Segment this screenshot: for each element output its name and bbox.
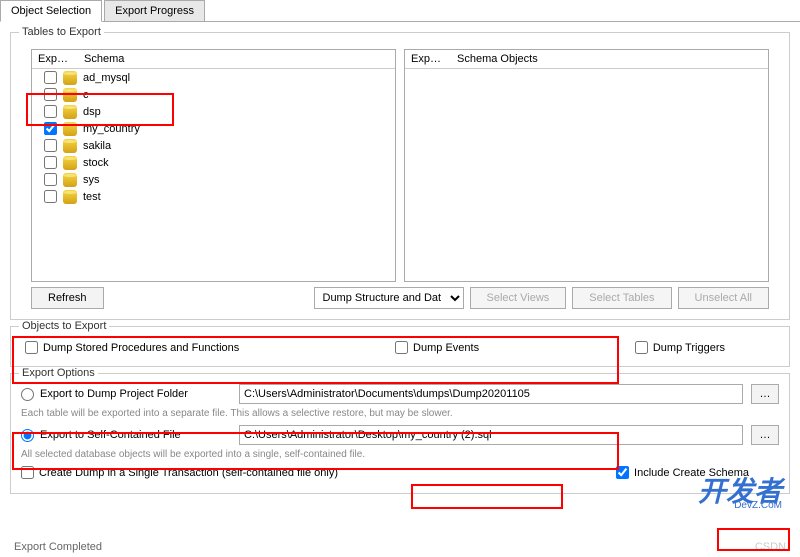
dump-folder-help: Each table will be exported into a separ…: [19, 408, 781, 421]
select-tables-button[interactable]: Select Tables: [572, 287, 671, 309]
browse-self-contained-button[interactable]: …: [751, 425, 779, 445]
schema-checkbox[interactable]: [44, 71, 57, 84]
include-create-schema-checkbox[interactable]: Include Create Schema: [616, 466, 749, 479]
schema-checkbox[interactable]: [44, 173, 57, 186]
schema-row-test[interactable]: test: [32, 188, 395, 205]
dump-procedures-checkbox[interactable]: Dump Stored Procedures and Functions: [25, 341, 239, 354]
export-options-group: Export Options Export to Dump Project Fo…: [10, 373, 790, 494]
database-icon: [63, 173, 77, 187]
schema-row-sakila[interactable]: sakila: [32, 137, 395, 154]
export-dump-folder-label: Export to Dump Project Folder: [40, 388, 188, 400]
export-self-contained-radio[interactable]: [21, 429, 34, 442]
schema-name: test: [83, 191, 101, 203]
select-views-button[interactable]: Select Views: [470, 287, 567, 309]
database-icon: [63, 71, 77, 85]
tab-bar: Object Selection Export Progress: [0, 0, 800, 22]
col-header-exp[interactable]: Exp…: [38, 53, 78, 65]
schema-objects-pane: Exp… Schema Objects: [404, 49, 769, 282]
col-header-exp-right[interactable]: Exp…: [411, 53, 451, 65]
database-icon: [63, 156, 77, 170]
schema-checkbox[interactable]: [44, 105, 57, 118]
dump-events-checkbox[interactable]: Dump Events: [395, 341, 479, 354]
tab-object-selection[interactable]: Object Selection: [0, 0, 102, 22]
schema-row-dsp[interactable]: dsp: [32, 103, 395, 120]
self-contained-help: All selected database objects will be ex…: [19, 449, 781, 462]
database-icon: [63, 105, 77, 119]
schema-row-stock[interactable]: stock: [32, 154, 395, 171]
tab-export-progress[interactable]: Export Progress: [104, 0, 205, 21]
schema-checkbox[interactable]: [44, 122, 57, 135]
export-self-contained-label: Export to Self-Contained File: [40, 429, 181, 441]
schema-row-c[interactable]: c: [32, 86, 395, 103]
watermark-sub: DevZ.CoM: [734, 500, 782, 511]
database-icon: [63, 139, 77, 153]
schema-row-ad_mysql[interactable]: ad_mysql: [32, 69, 395, 86]
schema-name: stock: [83, 157, 109, 169]
col-header-schema[interactable]: Schema: [78, 53, 389, 65]
status-text: Export Completed: [14, 541, 102, 553]
schema-row-my_country[interactable]: my_country: [32, 120, 395, 137]
col-header-schema-objects[interactable]: Schema Objects: [451, 53, 762, 65]
schema-name: my_country: [83, 123, 140, 135]
refresh-button[interactable]: Refresh: [31, 287, 104, 309]
objects-to-export-group: Objects to Export Dump Stored Procedures…: [10, 326, 790, 367]
schema-checkbox[interactable]: [44, 139, 57, 152]
unselect-all-button[interactable]: Unselect All: [678, 287, 769, 309]
database-icon: [63, 122, 77, 136]
footer-csdn: CSDN: [755, 541, 786, 553]
dump-triggers-checkbox[interactable]: Dump Triggers: [635, 341, 725, 354]
schema-name: dsp: [83, 106, 101, 118]
single-transaction-label: Create Dump in a Single Transaction (sel…: [39, 467, 338, 479]
tables-to-export-group: Tables to Export Exp… Schema ad_mysqlcds…: [10, 32, 790, 320]
schema-list-pane: Exp… Schema ad_mysqlc dsp my_countrysakila…: [31, 49, 396, 282]
schema-checkbox[interactable]: [44, 156, 57, 169]
schema-name: ad_mysql: [83, 72, 130, 84]
export-options-label: Export Options: [19, 367, 98, 379]
objects-to-export-label: Objects to Export: [19, 320, 109, 332]
schema-row-sys[interactable]: sys: [32, 171, 395, 188]
schema-list-body: ad_mysqlc dsp my_countrysakila stock sys test: [32, 69, 395, 279]
dump-folder-path-input[interactable]: [239, 384, 743, 404]
export-dump-folder-radio[interactable]: [21, 388, 34, 401]
self-contained-path-input[interactable]: [239, 425, 743, 445]
schema-name: sys: [83, 174, 100, 186]
schema-checkbox[interactable]: [44, 190, 57, 203]
database-icon: [63, 88, 77, 102]
dump-type-select[interactable]: Dump Structure and Dat: [314, 287, 464, 309]
browse-dump-folder-button[interactable]: …: [751, 384, 779, 404]
schema-name: c: [83, 89, 89, 101]
database-icon: [63, 190, 77, 204]
schema-checkbox[interactable]: [44, 88, 57, 101]
tables-to-export-label: Tables to Export: [19, 26, 104, 38]
single-transaction-checkbox[interactable]: [21, 466, 34, 479]
schema-name: sakila: [83, 140, 111, 152]
